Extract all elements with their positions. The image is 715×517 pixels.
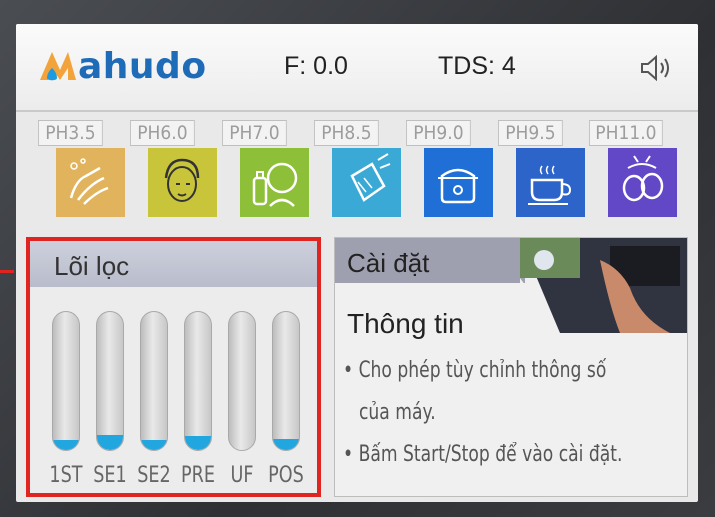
speaker-icon[interactable] bbox=[638, 54, 674, 82]
filter-title: Lõi lọc bbox=[54, 251, 130, 281]
filter-tube-label: PRE bbox=[181, 463, 215, 488]
settings-title: Cài đặt bbox=[347, 248, 430, 278]
ph-label: PH3.5 bbox=[38, 120, 103, 146]
mode-tile-drinking[interactable] bbox=[332, 148, 401, 217]
filter-tube bbox=[140, 311, 168, 451]
info-line: • Bấm Start/Stop để vào cài đặt. bbox=[343, 442, 623, 467]
hand-wash-icon bbox=[56, 148, 125, 217]
info-line: • Cho phép tùy chỉnh thông số bbox=[343, 358, 607, 383]
face-care-icon bbox=[148, 148, 217, 217]
filter-title-bar: Lõi lọc bbox=[30, 241, 317, 287]
ph-label: PH7.0 bbox=[222, 120, 287, 146]
logo-m-icon bbox=[40, 52, 76, 81]
vegetable-wash-icon bbox=[608, 148, 677, 217]
water-glass-icon bbox=[332, 148, 401, 217]
filter-status-panel[interactable]: Lõi lọc 1ST SE1 SE2 PRE UF POS bbox=[26, 237, 321, 497]
filter-tube bbox=[228, 311, 256, 451]
info-line: của máy. bbox=[359, 400, 436, 425]
flow-readout: F: 0.0 bbox=[284, 52, 348, 80]
filter-tube bbox=[184, 311, 212, 451]
filter-tube-level bbox=[141, 440, 167, 450]
filter-tube bbox=[272, 311, 300, 451]
ph-label: PH11.0 bbox=[589, 120, 663, 146]
mode-tile-hand-wash[interactable] bbox=[56, 148, 125, 217]
filter-tube-level bbox=[53, 440, 79, 450]
ph-label: PH9.5 bbox=[498, 120, 563, 146]
tds-readout: TDS: 4 bbox=[438, 52, 516, 80]
mode-tile-hot-drink[interactable] bbox=[516, 148, 585, 217]
filter-tube-label: SE2 bbox=[137, 463, 171, 488]
rice-cooker-icon bbox=[424, 148, 493, 217]
baby-bottle-icon bbox=[240, 148, 309, 217]
settings-title-bar: Cài đặt bbox=[335, 238, 525, 283]
mode-tile-cooking[interactable] bbox=[424, 148, 493, 217]
settings-photo-image bbox=[520, 238, 687, 333]
filter-tube-label: SE1 bbox=[93, 463, 127, 488]
info-title: Thông tin bbox=[347, 308, 464, 339]
coffee-cup-icon bbox=[516, 148, 585, 217]
ph-label: PH9.0 bbox=[406, 120, 471, 146]
mode-tile-baby[interactable] bbox=[240, 148, 309, 217]
filter-tube-level bbox=[97, 435, 123, 450]
lcd-screen: ahudo F: 0.0 TDS: 4 PH3.5 PH6.0 PH7.0 PH… bbox=[16, 24, 698, 502]
filter-tube-level bbox=[185, 436, 211, 450]
filter-tube-label: POS bbox=[268, 463, 304, 488]
filter-tube-label: 1ST bbox=[49, 463, 83, 488]
annotation-arrow bbox=[0, 270, 14, 273]
filter-tube bbox=[96, 311, 124, 451]
header-bar: ahudo F: 0.0 TDS: 4 bbox=[16, 24, 698, 112]
mode-tile-face-care[interactable] bbox=[148, 148, 217, 217]
ph-label: PH8.5 bbox=[314, 120, 379, 146]
filter-tube-label: UF bbox=[230, 463, 254, 488]
ph-label-row: PH3.5 PH6.0 PH7.0 PH8.5 PH9.0 PH9.5 PH11… bbox=[38, 120, 688, 146]
settings-panel[interactable]: Cài đặt Thông tin • Cho phép tùy chỉnh t… bbox=[334, 237, 688, 497]
logo-text: ahudo bbox=[78, 46, 207, 87]
mode-tile-vegetable[interactable] bbox=[608, 148, 677, 217]
filter-tube bbox=[52, 311, 80, 451]
filter-tube-level bbox=[273, 439, 299, 450]
brand-logo: ahudo bbox=[38, 46, 207, 87]
ph-label: PH6.0 bbox=[130, 120, 195, 146]
